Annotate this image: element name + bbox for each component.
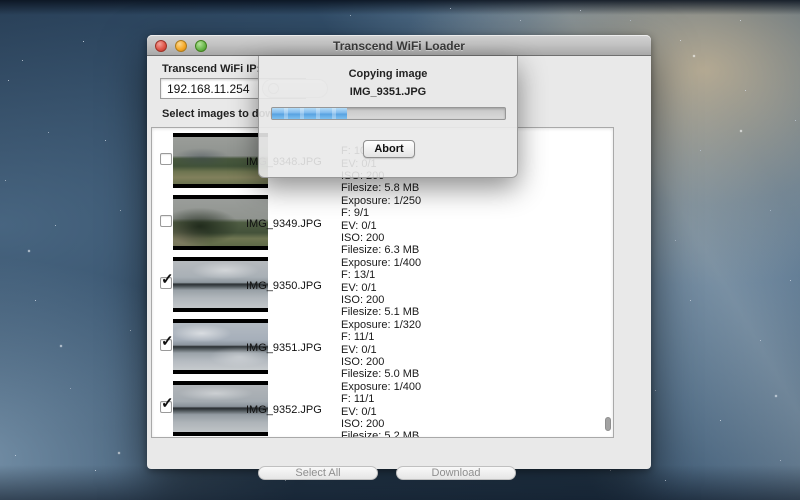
exif-line: ISO: 200 xyxy=(341,232,421,244)
exif-line: Exposure: 1/250 xyxy=(341,195,421,207)
ip-label: Transcend WiFi IP: xyxy=(162,63,260,75)
exif-details: Exposure: 1/250F: 9/1EV: 0/1ISO: 200File… xyxy=(341,195,421,256)
abort-button[interactable]: Abort xyxy=(363,140,415,158)
exif-line: Exposure: 1/320 xyxy=(341,319,421,331)
image-checkbox[interactable] xyxy=(160,153,172,165)
checkmark-icon: ✓ xyxy=(161,334,174,349)
copy-progress-sheet: Copying image IMG_9351.JPG Abort xyxy=(258,56,518,178)
app-window: Transcend WiFi Loader Transcend WiFi IP:… xyxy=(147,35,651,469)
image-filename: IMG_9352.JPG xyxy=(246,404,322,416)
exif-line: EV: 0/1 xyxy=(341,406,421,418)
exif-line: F: 9/1 xyxy=(341,207,421,219)
exif-line: F: 11/1 xyxy=(341,331,421,343)
exif-line: ISO: 200 xyxy=(341,418,421,430)
exif-line: EV: 0/1 xyxy=(341,220,421,232)
image-checkbox[interactable]: ✓ xyxy=(160,277,172,289)
exif-details: Exposure: 1/400F: 13/1EV: 0/1ISO: 200Fil… xyxy=(341,257,421,318)
starfield-bright xyxy=(0,0,2,2)
sheet-title: Copying image xyxy=(259,68,517,80)
progress-bar xyxy=(271,107,506,120)
list-item[interactable]: ✓ IMG_9350.JPG Exposure: 1/400F: 13/1EV:… xyxy=(152,255,613,317)
exif-details: Exposure: 1/320F: 11/1EV: 0/1ISO: 200Fil… xyxy=(341,319,421,380)
exif-line: F: 13/1 xyxy=(341,269,421,281)
checkmark-icon: ✓ xyxy=(161,272,174,287)
exif-line: EV: 0/1 xyxy=(341,282,421,294)
exif-line: Filesize: 5.2 MB xyxy=(341,430,421,438)
exif-details: Exposure: 1/400F: 11/1EV: 0/1ISO: 200Fil… xyxy=(341,381,421,438)
window-content: Transcend WiFi IP: Select images to down… xyxy=(147,56,651,469)
list-item[interactable]: ✓ IMG_9351.JPG Exposure: 1/320F: 11/1EV:… xyxy=(152,317,613,379)
checkmark-icon: ✓ xyxy=(161,396,174,411)
window-title: Transcend WiFi Loader xyxy=(147,39,651,53)
exif-line: EV: 0/1 xyxy=(341,344,421,356)
image-filename: IMG_9350.JPG xyxy=(246,280,322,292)
list-item[interactable]: ✓ IMG_9352.JPG Exposure: 1/400F: 11/1EV:… xyxy=(152,379,613,438)
exif-line: ISO: 200 xyxy=(341,294,421,306)
select-all-button[interactable]: Select All xyxy=(258,466,378,480)
exif-line: ISO: 200 xyxy=(341,356,421,368)
image-checkbox[interactable]: ✓ xyxy=(160,339,172,351)
image-filename: IMG_9349.JPG xyxy=(246,218,322,230)
title-bar[interactable]: Transcend WiFi Loader xyxy=(147,35,651,56)
download-button[interactable]: Download xyxy=(396,466,516,480)
scrollbar-thumb[interactable] xyxy=(605,417,611,431)
list-item[interactable]: IMG_9349.JPG Exposure: 1/250F: 9/1EV: 0/… xyxy=(152,193,613,255)
exif-line: F: 11/1 xyxy=(341,393,421,405)
copying-filename: IMG_9351.JPG xyxy=(259,86,517,98)
image-filename: IMG_9351.JPG xyxy=(246,342,322,354)
exif-line: Exposure: 1/400 xyxy=(341,257,421,269)
image-checkbox[interactable]: ✓ xyxy=(160,401,172,413)
image-checkbox[interactable] xyxy=(160,215,172,227)
exif-line: Exposure: 1/400 xyxy=(341,381,421,393)
progress-bar-fill xyxy=(272,108,347,119)
